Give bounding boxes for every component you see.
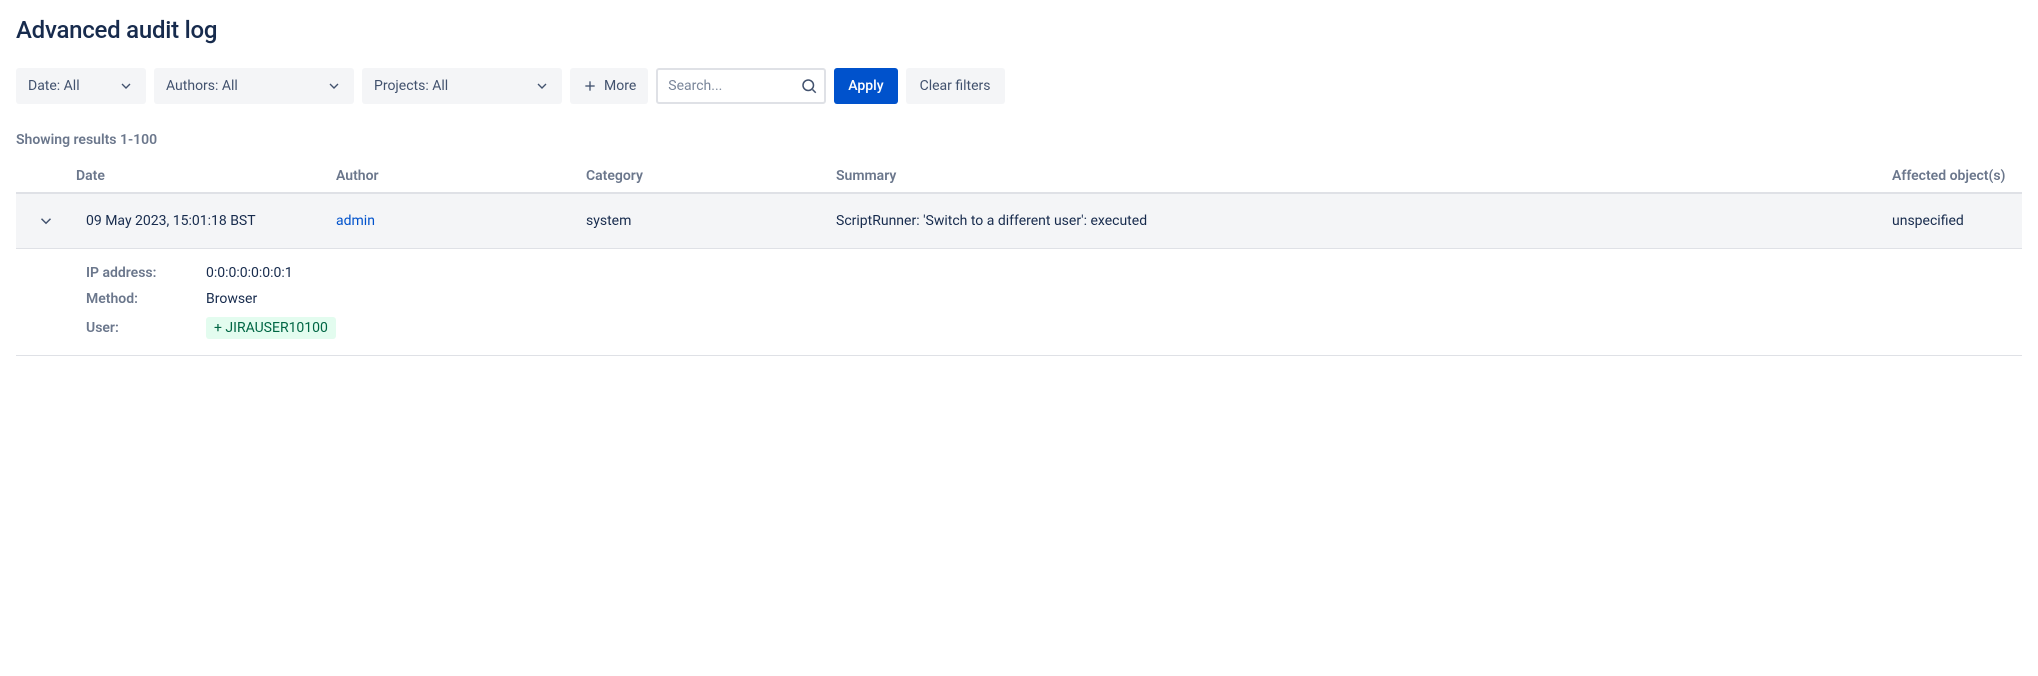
detail-ip-label: IP address: (86, 265, 206, 281)
authors-filter-label: Authors: All (166, 78, 238, 94)
table-row-details: IP address: 0:0:0:0:0:0:0:1 Method: Brow… (16, 249, 2022, 356)
search-input[interactable] (656, 68, 826, 104)
authors-filter[interactable]: Authors: All (154, 68, 354, 104)
audit-log-table: Date Author Category Summary Affected ob… (16, 160, 2022, 356)
projects-filter-label: Projects: All (374, 78, 448, 94)
search-wrapper (656, 68, 826, 104)
column-header-category: Category (576, 160, 826, 193)
row-affected: unspecified (1882, 193, 2022, 249)
projects-filter[interactable]: Projects: All (362, 68, 562, 104)
detail-user-badge: + JIRAUSER10100 (206, 317, 336, 339)
date-filter[interactable]: Date: All (16, 68, 146, 104)
detail-ip-value: 0:0:0:0:0:0:0:1 (206, 265, 293, 281)
plus-icon (582, 78, 598, 94)
results-count: Showing results 1-100 (16, 132, 2022, 148)
column-header-affected: Affected object(s) (1882, 160, 2022, 193)
chevron-down-icon (37, 212, 55, 230)
column-header-summary: Summary (826, 160, 1882, 193)
clear-filters-button[interactable]: Clear filters (906, 68, 1005, 104)
chevron-down-icon (326, 78, 342, 94)
more-filters-button[interactable]: More (570, 68, 648, 104)
page-title: Advanced audit log (16, 16, 2022, 44)
row-summary: ScriptRunner: 'Switch to a different use… (826, 193, 1882, 249)
row-date: 09 May 2023, 15:01:18 BST (76, 193, 326, 249)
row-category: system (576, 193, 826, 249)
chevron-down-icon (118, 78, 134, 94)
apply-button[interactable]: Apply (834, 68, 897, 104)
detail-method-value: Browser (206, 291, 257, 307)
column-header-date: Date (76, 160, 326, 193)
filter-bar: Date: All Authors: All Projects: All Mor… (16, 68, 2022, 104)
column-header-expand (16, 160, 76, 193)
column-header-author: Author (326, 160, 576, 193)
more-filters-label: More (604, 78, 636, 94)
chevron-down-icon (534, 78, 550, 94)
detail-user-label: User: (86, 320, 206, 336)
row-author-link[interactable]: admin (336, 213, 375, 229)
date-filter-label: Date: All (28, 78, 80, 94)
expand-toggle[interactable] (33, 208, 59, 234)
detail-method-label: Method: (86, 291, 206, 307)
table-row[interactable]: 09 May 2023, 15:01:18 BST admin system S… (16, 193, 2022, 249)
